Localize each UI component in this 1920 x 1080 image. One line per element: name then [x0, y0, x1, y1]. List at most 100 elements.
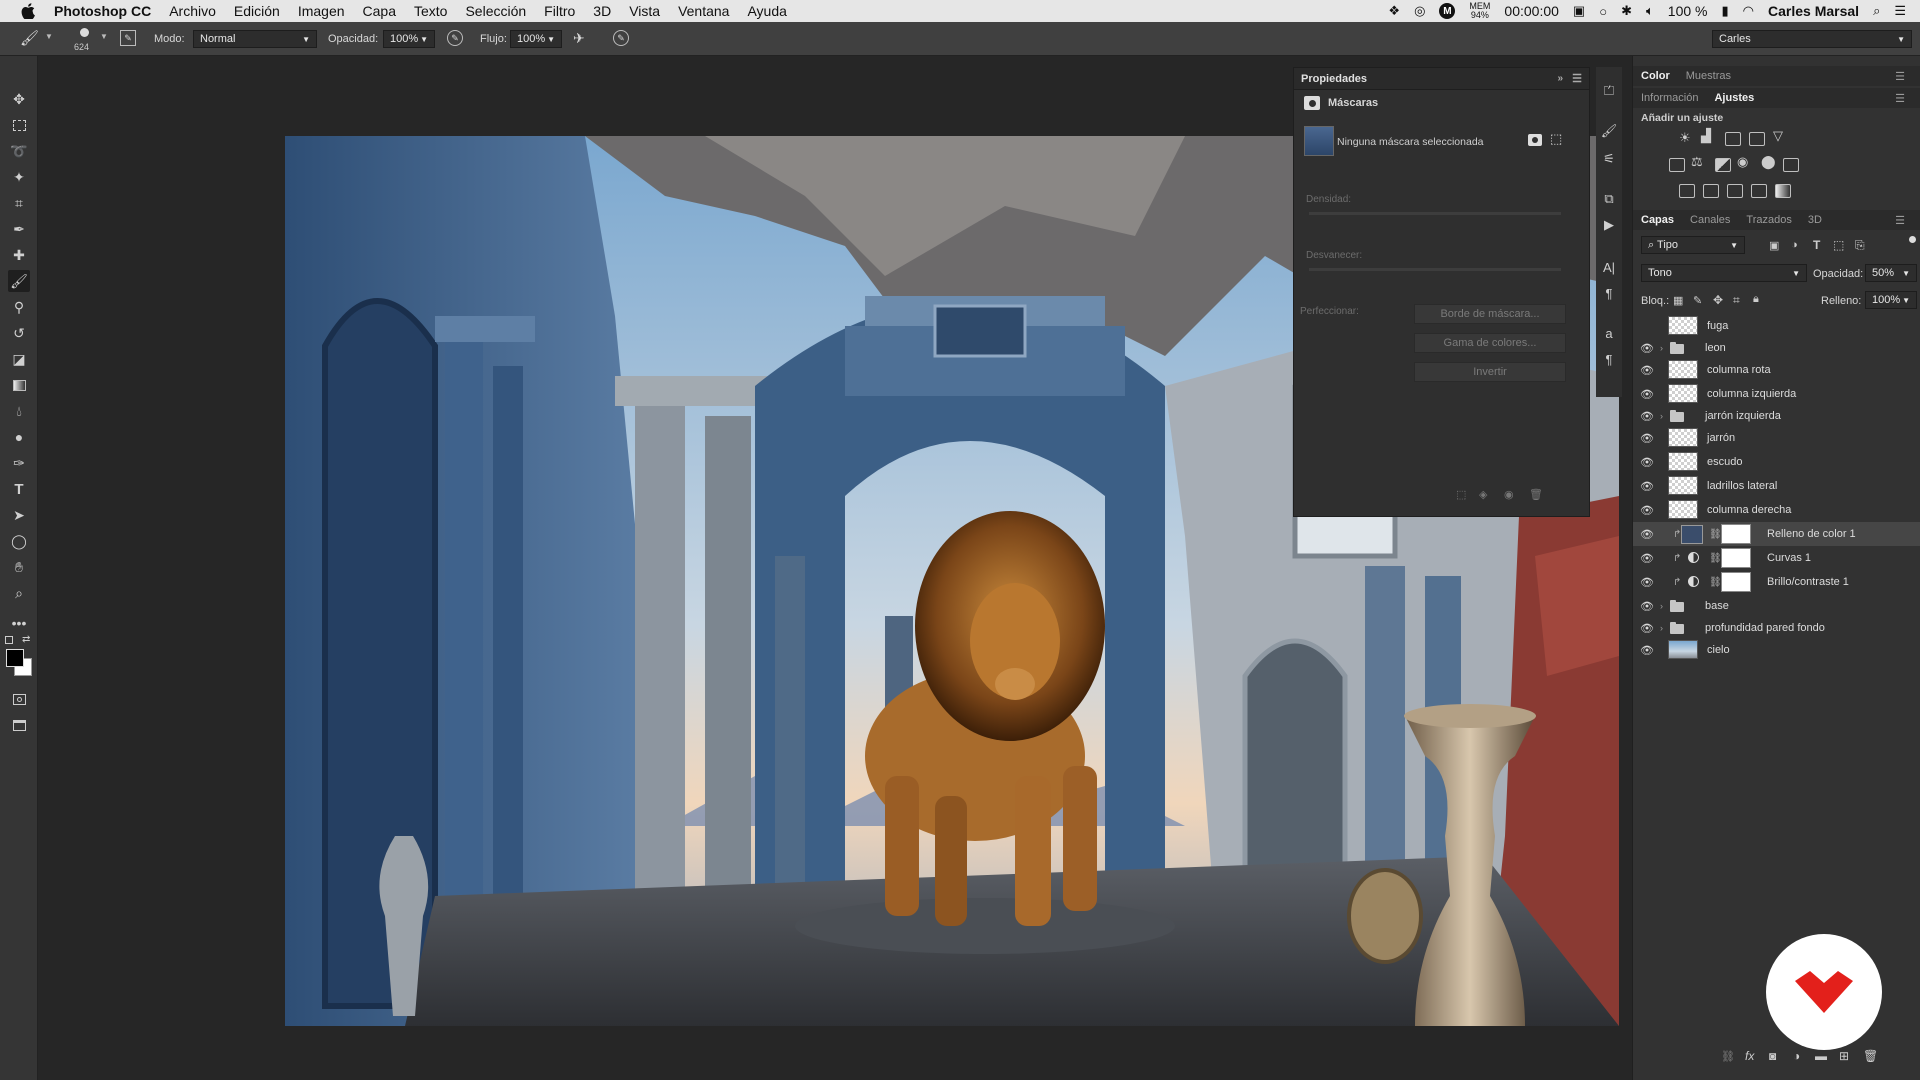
expand-group-icon[interactable]: ›	[1660, 411, 1663, 421]
tab-capas[interactable]: Capas	[1633, 214, 1682, 226]
eye-icon[interactable]: 👁︎	[1640, 343, 1654, 355]
marquee-tool-icon[interactable]	[8, 114, 30, 136]
brush-panel-toggle-icon[interactable]: ✎	[120, 30, 136, 46]
layer-row[interactable]: 👁︎ › leon	[1633, 336, 1920, 360]
eye-icon[interactable]: 👁︎	[1640, 457, 1654, 469]
actions-play-icon[interactable]: ▶	[1601, 217, 1617, 233]
eye-icon[interactable]: 👁︎	[1640, 411, 1654, 423]
blur-tool-icon[interactable]: 💧︎	[8, 400, 30, 422]
paragraph-panel-icon[interactable]: ¶	[1601, 285, 1617, 301]
layer-row[interactable]: 👁︎ columna derecha	[1633, 498, 1920, 522]
selective-color-adjust-icon[interactable]	[1751, 184, 1767, 198]
photo-filter-adjust-icon[interactable]: ◉	[1737, 154, 1748, 170]
eye-icon[interactable]: 👁︎	[1640, 577, 1654, 589]
filter-type-icon[interactable]: T	[1813, 238, 1820, 252]
filter-smart-object-icon[interactable]: ⎘	[1855, 238, 1865, 253]
tab-muestras[interactable]: Muestras	[1678, 70, 1739, 82]
opacity-field[interactable]: 100% ▼	[383, 30, 435, 48]
foreground-color-swatch[interactable]	[6, 649, 24, 667]
exposure-adjust-icon[interactable]	[1749, 132, 1765, 146]
lasso-tool-icon[interactable]: ➰	[8, 140, 30, 162]
pressure-size-icon[interactable]: ✎	[613, 30, 629, 46]
expand-group-icon[interactable]: ›	[1660, 343, 1663, 353]
crop-tool-icon[interactable]: ⌗	[8, 192, 30, 214]
tab-trazados[interactable]: Trazados	[1738, 214, 1799, 226]
threshold-adjust-icon[interactable]	[1727, 184, 1743, 198]
filter-toggle-icon[interactable]	[1909, 236, 1916, 243]
volume-icon[interactable]: 🔈︎	[1646, 3, 1654, 19]
eye-icon[interactable]: 👁︎	[1640, 389, 1654, 401]
sync-icon[interactable]: ◎	[1414, 3, 1425, 19]
layer-row[interactable]: 👁︎ › base	[1633, 594, 1920, 618]
toggle-mask-visibility-icon[interactable]: ◉	[1504, 488, 1514, 501]
layer-row-selected[interactable]: 👁︎ ↱ ⛓︎ Relleno de color 1	[1633, 522, 1920, 546]
vibrance-adjust-icon[interactable]: ▽	[1773, 128, 1783, 144]
layer-mask-thumbnail[interactable]	[1721, 548, 1751, 568]
camera-icon[interactable]: ▣	[1573, 3, 1585, 19]
default-colors-icon[interactable]	[5, 636, 13, 644]
menu-edicion[interactable]: Edición	[234, 3, 280, 19]
brush-chevron-down-icon[interactable]: ▼	[100, 32, 108, 41]
mask-thumbnail[interactable]	[1304, 126, 1334, 156]
expand-group-icon[interactable]: ›	[1660, 623, 1663, 633]
layer-style-fx-icon[interactable]: fx	[1745, 1049, 1754, 1063]
eyedropper-tool-icon[interactable]: ✒︎	[8, 218, 30, 240]
pressure-opacity-icon[interactable]: ✎	[447, 30, 463, 46]
spotlight-search-icon[interactable]: ⌕	[1873, 3, 1880, 19]
eye-icon[interactable]: 👁︎	[1640, 529, 1654, 541]
dodge-tool-icon[interactable]: ●	[8, 426, 30, 448]
m-app-icon[interactable]: M	[1439, 3, 1456, 19]
eye-icon[interactable]: 👁︎	[1640, 601, 1654, 613]
filter-shape-icon[interactable]: ⬚	[1833, 238, 1844, 252]
path-selection-tool-icon[interactable]: ➤	[8, 504, 30, 526]
layer-row[interactable]: 👁︎ › jarrón izquierda	[1633, 404, 1920, 428]
lock-pixels-icon[interactable]: ✎	[1693, 294, 1702, 307]
lock-position-icon[interactable]: ✥	[1713, 293, 1723, 307]
eye-icon[interactable]: 👁︎	[1640, 645, 1654, 657]
app-menu[interactable]: Photoshop CC	[54, 3, 151, 19]
invert-adjust-icon[interactable]	[1679, 184, 1695, 198]
color-range-button[interactable]: Gama de colores...	[1414, 333, 1566, 353]
brightness-adjust-icon[interactable]: ☀	[1679, 130, 1691, 146]
clone-source-panel-icon[interactable]: ⧉	[1601, 191, 1617, 207]
new-group-icon[interactable]: ▬	[1815, 1049, 1827, 1063]
tab-canales[interactable]: Canales	[1682, 214, 1738, 226]
panel-menu-icon[interactable]: ☰	[1572, 72, 1582, 85]
apple-icon[interactable]	[18, 1, 38, 21]
color-balance-adjust-icon[interactable]: ⚖	[1691, 154, 1703, 170]
eye-icon[interactable]: 👁︎	[1640, 481, 1654, 493]
fill-color-swatch[interactable]	[1681, 525, 1703, 544]
wifi-icon[interactable]: ◠	[1743, 3, 1754, 19]
circle-icon[interactable]: ○	[1599, 4, 1607, 19]
tab-color[interactable]: Color	[1633, 70, 1678, 82]
dropbox-icon[interactable]: ❖	[1388, 3, 1400, 19]
user-name[interactable]: Carles Marsal	[1768, 3, 1859, 19]
layer-row[interactable]: fuga	[1633, 314, 1920, 338]
eye-icon[interactable]: 👁︎	[1640, 365, 1654, 377]
layer-mask-thumbnail[interactable]	[1721, 572, 1751, 592]
notification-list-icon[interactable]: ☰	[1894, 3, 1906, 19]
layer-row[interactable]: 👁︎ jarrón	[1633, 426, 1920, 450]
hand-tool-icon[interactable]: ✋︎	[8, 556, 30, 578]
density-slider[interactable]	[1309, 212, 1561, 215]
type-tool-icon[interactable]: T	[8, 478, 30, 500]
layer-row[interactable]: 👁︎ cielo	[1633, 638, 1920, 662]
shape-tool-icon[interactable]: ◯	[8, 530, 30, 552]
brush-settings-panel-icon[interactable]: 🖌︎	[1601, 123, 1618, 139]
screen-mode-icon[interactable]	[8, 714, 30, 736]
brush-tool-preset-icon[interactable]: 🖌︎	[20, 29, 39, 47]
color-panel-menu-icon[interactable]: ☰	[1887, 70, 1913, 83]
gradient-tool-icon[interactable]	[8, 374, 30, 396]
vector-mask-icon[interactable]: ⬚	[1550, 131, 1562, 147]
menu-vista[interactable]: Vista	[629, 3, 660, 19]
eye-icon[interactable]: 👁︎	[1640, 553, 1654, 565]
preset-chevron-down-icon[interactable]: ▼	[45, 32, 53, 41]
mask-link-icon[interactable]: ⛓︎	[1709, 553, 1722, 564]
airbrush-icon[interactable]: ✈︎	[573, 30, 585, 47]
add-mask-icon[interactable]: ◙	[1769, 1049, 1776, 1063]
menu-imagen[interactable]: Imagen	[298, 3, 345, 19]
channel-mixer-adjust-icon[interactable]: ⬤	[1761, 154, 1776, 170]
curves-adjust-icon[interactable]	[1725, 132, 1741, 146]
tab-informacion[interactable]: Información	[1633, 92, 1706, 104]
character-panel-icon[interactable]: A|	[1601, 259, 1617, 275]
